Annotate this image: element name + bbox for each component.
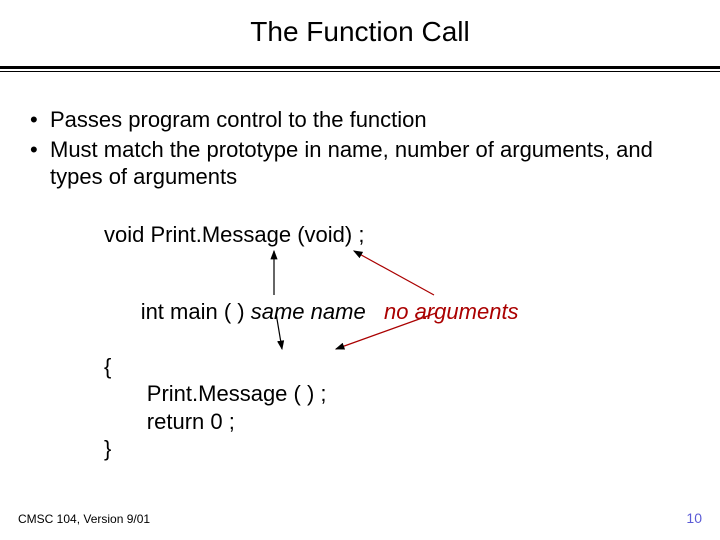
footer-course: CMSC 104, Version 9/01 (18, 512, 150, 526)
slide-title: The Function Call (0, 0, 720, 58)
code-brace-open: { (104, 353, 692, 381)
bullet-list: Passes program control to the function M… (28, 106, 692, 191)
code-brace-close: } (104, 435, 692, 463)
code-return: return 0 ; (104, 408, 692, 436)
bullet-item: Must match the prototype in name, number… (28, 136, 692, 191)
code-block: void Print.Message (void) ; int main ( )… (104, 221, 692, 463)
slide-body: Passes program control to the function M… (0, 72, 720, 463)
title-divider (0, 66, 720, 72)
annotation-no-arguments: no arguments (384, 299, 519, 324)
code-call: Print.Message ( ) ; (104, 380, 692, 408)
code-main-sig: int main ( ) (141, 299, 245, 324)
footer-page-number: 10 (686, 510, 702, 526)
bullet-item: Passes program control to the function (28, 106, 692, 134)
code-main-line: int main ( ) same name no arguments (104, 270, 692, 353)
code-prototype: void Print.Message (void) ; (104, 221, 692, 249)
annotation-same-name: same name (251, 299, 366, 324)
